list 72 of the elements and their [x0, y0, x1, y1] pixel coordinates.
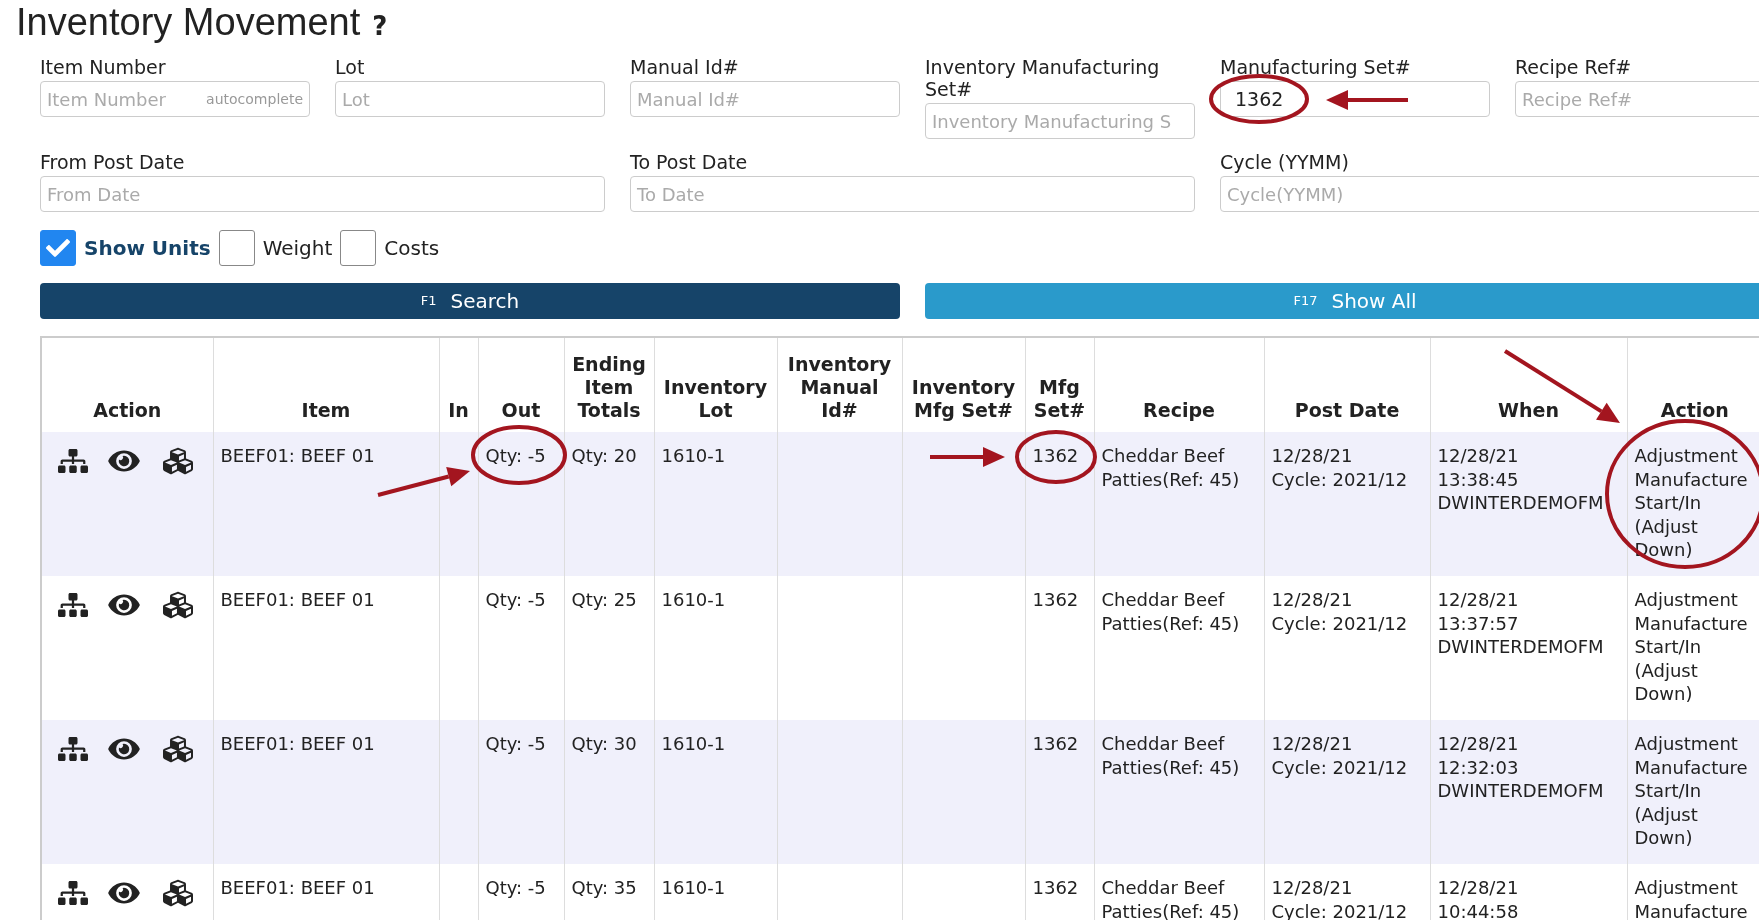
table-cell-text: DWINTERDEMOFM [1437, 779, 1605, 803]
check-icon [46, 236, 70, 260]
field-placeholder: From Date [47, 182, 141, 207]
table-cell-text: 10:44:58 [1437, 899, 1520, 920]
table-cell-text: 12/28/21 [1437, 444, 1520, 468]
field-placeholder: Lot [342, 87, 370, 112]
field-value: 1362 [1234, 86, 1284, 112]
field-label: Manufacturing Set# [1220, 56, 1412, 78]
input-field[interactable]: To Date [630, 176, 1195, 212]
checkbox-label: Show Units [84, 235, 211, 262]
page-title: Inventory Movement [16, 0, 361, 44]
hierarchy-icon[interactable] [58, 880, 88, 906]
table-cell-text: 13:37:57 [1437, 611, 1520, 635]
table-cell-text: 12/28/21 [1437, 732, 1520, 756]
field-label: Manual Id# [630, 56, 740, 78]
field-label: Item Number [40, 56, 167, 78]
cubes-icon[interactable] [160, 878, 196, 908]
input-field[interactable]: Recipe Ref# [1515, 81, 1759, 117]
input-field[interactable]: 1362 [1220, 81, 1490, 117]
field-placeholder: Inventory Manufacturing S [932, 109, 1172, 134]
table-cell-text: 12/28/21 [1271, 444, 1354, 468]
table-cell-text: DWINTERDEMOFM [1437, 491, 1605, 515]
table-cell-text: 12/28/21 [1271, 732, 1354, 756]
cubes-icon[interactable] [160, 590, 196, 620]
checkbox-label: Weight [262, 235, 333, 262]
field-placeholder: Recipe Ref# [1522, 87, 1633, 112]
field-label: Lot [335, 56, 366, 78]
checkbox-label: Costs [384, 235, 440, 262]
field-label: Inventory Manufacturing Set# [925, 56, 1161, 100]
table-cell-text: 12/28/21 [1271, 876, 1354, 900]
table-cell: 1610-1 [654, 864, 777, 920]
cubes-icon[interactable] [160, 734, 196, 764]
input-field[interactable]: Item Number autocomplete [40, 81, 310, 117]
checkbox[interactable] [40, 230, 76, 266]
field-placeholder: Item Number [47, 87, 166, 112]
field-label: From Post Date [40, 151, 186, 173]
hierarchy-icon[interactable] [58, 592, 88, 618]
field-placeholder: To Date [637, 182, 705, 207]
field-label: Recipe Ref# [1515, 56, 1633, 78]
table-cell-text: 12/28/21 [1437, 876, 1520, 900]
input-field[interactable]: Inventory Manufacturing S [925, 103, 1195, 139]
input-field[interactable]: From Date [40, 176, 605, 212]
table-cell: Qty: -5 [478, 864, 564, 920]
table-cell-text: 12:32:03 [1437, 755, 1520, 779]
input-field[interactable]: Cycle(YYMM) [1220, 176, 1759, 212]
action-button[interactable]: F17 Show All [925, 283, 1759, 319]
input-field[interactable]: Manual Id# [630, 81, 900, 117]
table-cell: 1362 [1025, 864, 1094, 920]
table-cell-text: Cycle: 2021/12 [1271, 755, 1409, 779]
input-field[interactable]: Lot [335, 81, 605, 117]
table-cell: Qty: 35 [564, 864, 654, 920]
table-cell-text: 12/28/21 [1271, 588, 1354, 612]
table-cell: Adjustment Manufacture [1627, 864, 1759, 920]
action-button[interactable]: F1 Search [40, 283, 900, 319]
field-placeholder: Manual Id# [637, 87, 740, 112]
field-placeholder: Cycle(YYMM) [1227, 182, 1344, 207]
table-cell: Cheddar Beef Patties(Ref: 45) [1094, 864, 1264, 920]
table-cell: BEEF01: BEEF 01 [213, 864, 439, 920]
hierarchy-icon[interactable] [58, 448, 88, 474]
table-cell-text: Cycle: 2021/12 [1271, 467, 1409, 491]
table-cell-text: 13:38:45 [1437, 467, 1520, 491]
field-label: Cycle (YYMM) [1220, 151, 1350, 173]
table-cell-text: DWINTERDEMOFM [1437, 635, 1605, 659]
checkbox[interactable] [340, 230, 377, 266]
autocomplete-hint: autocomplete [206, 89, 303, 109]
hierarchy-icon[interactable] [58, 736, 88, 762]
cubes-icon[interactable] [160, 446, 196, 476]
table-cell-text: Cycle: 2021/12 [1271, 611, 1409, 635]
table-cell-text: 12/28/21 [1437, 588, 1520, 612]
checkbox[interactable] [218, 230, 255, 266]
help-mark[interactable]: ? [372, 7, 388, 46]
field-label: To Post Date [630, 151, 749, 173]
